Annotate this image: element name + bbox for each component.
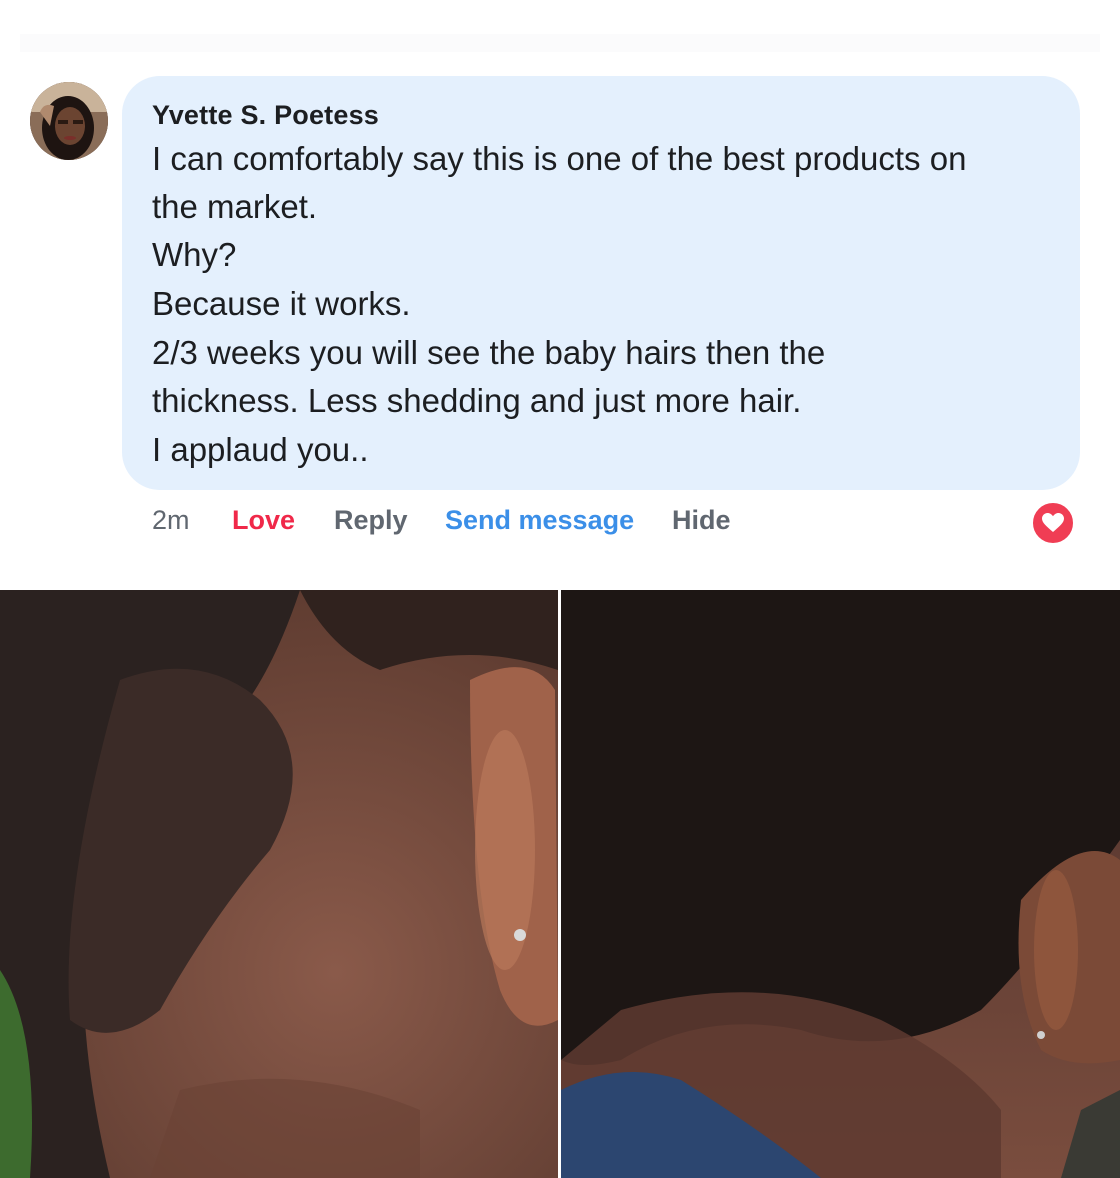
avatar-photo (30, 82, 108, 160)
comment-line: Why? (152, 236, 237, 273)
hide-button[interactable]: Hide (672, 505, 731, 536)
comment-bubble (122, 76, 1080, 490)
love-reaction-badge[interactable] (1030, 500, 1076, 546)
before-photo-image (0, 590, 558, 1178)
avatar[interactable] (30, 82, 108, 160)
before-after-photos (0, 590, 1120, 1178)
after-photo-image (561, 590, 1120, 1178)
send-message-button[interactable]: Send message (445, 505, 634, 536)
comment-line: I applaud you.. (152, 431, 369, 468)
comment-line: Because it works. (152, 285, 411, 322)
heart-icon (1042, 513, 1064, 532)
reply-button[interactable]: Reply (334, 505, 408, 536)
love-button[interactable]: Love (232, 505, 295, 536)
comment-line: thickness. Less shedding and just more h… (152, 382, 802, 419)
comment-line: I can comfortably say this is one of the… (152, 140, 967, 177)
top-bar (20, 34, 1100, 52)
comment-line: the market. (152, 188, 318, 225)
before-photo[interactable] (0, 590, 558, 1178)
comment-author[interactable]: Yvette S. Poetess (152, 100, 379, 131)
comment-line: 2/3 weeks you will see the baby hairs th… (152, 334, 826, 371)
after-photo[interactable] (561, 590, 1120, 1178)
comment-timestamp[interactable]: 2m (152, 505, 190, 536)
